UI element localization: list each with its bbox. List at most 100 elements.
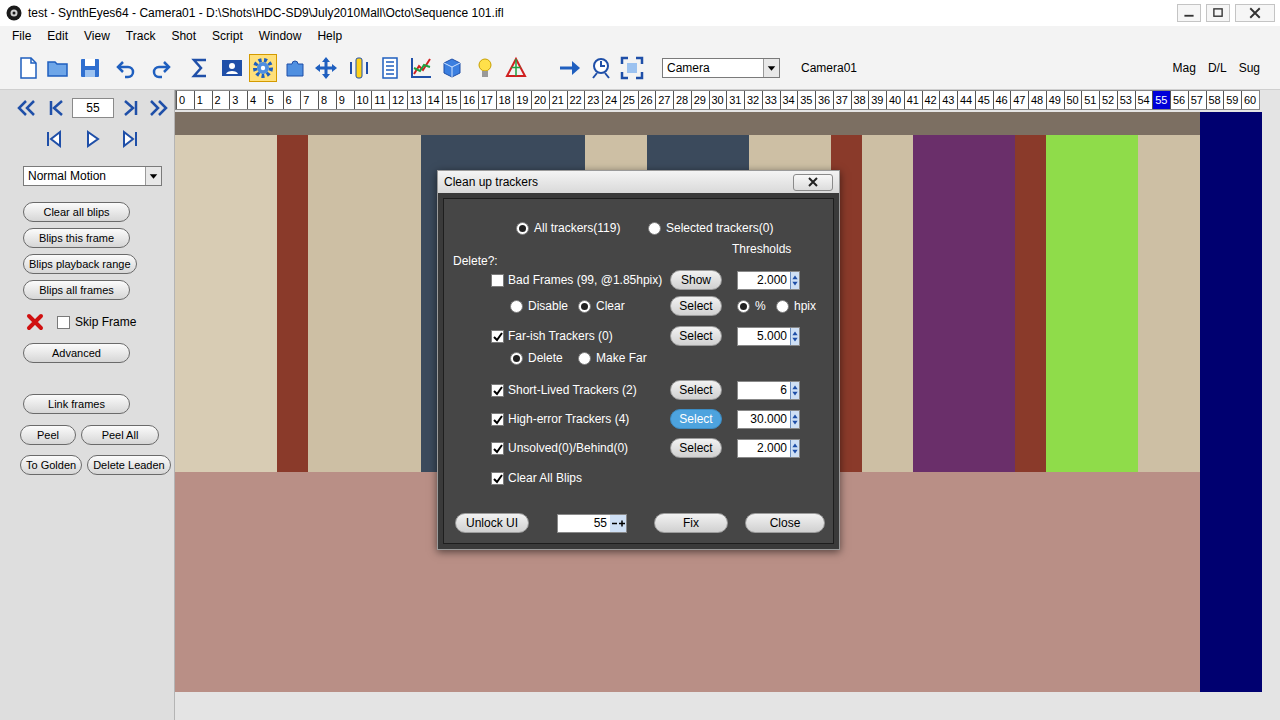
- timeline-frame[interactable]: 43: [939, 91, 957, 109]
- timeline-frame[interactable]: 46: [993, 91, 1011, 109]
- toolbar-label[interactable]: Mag: [1173, 61, 1196, 75]
- timeline-frame[interactable]: 25: [620, 91, 638, 109]
- timeline-frame[interactable]: 8: [318, 91, 336, 109]
- timeline-frame[interactable]: 18: [496, 91, 514, 109]
- tool-button[interactable]: [556, 54, 584, 82]
- first-frame-icon[interactable]: [45, 97, 69, 119]
- timeline-frame[interactable]: 53: [1117, 91, 1135, 109]
- tool-button[interactable]: [146, 54, 174, 82]
- fix-button[interactable]: Fix: [654, 513, 728, 533]
- panel-button[interactable]: To Golden: [20, 455, 82, 475]
- timeline-frame[interactable]: 21: [549, 91, 567, 109]
- timeline-frame[interactable]: 51: [1081, 91, 1099, 109]
- checkbox[interactable]: [491, 472, 504, 485]
- radio-button[interactable]: [510, 300, 523, 313]
- radio-option[interactable]: %: [737, 299, 776, 313]
- timeline-frame[interactable]: 45: [975, 91, 993, 109]
- timeline-frame[interactable]: 31: [726, 91, 744, 109]
- timeline-frame[interactable]: 13: [407, 91, 425, 109]
- threshold-field[interactable]: 30.000: [737, 410, 800, 429]
- close-dialog-button[interactable]: [793, 174, 833, 191]
- radio-option[interactable]: Delete: [510, 351, 578, 365]
- spinner-icon[interactable]: [790, 440, 799, 457]
- radio-option[interactable]: hpix: [776, 299, 816, 313]
- timeline-frame[interactable]: 26: [638, 91, 656, 109]
- checkbox[interactable]: [491, 442, 504, 455]
- radio-button[interactable]: [516, 222, 529, 235]
- timeline-frame[interactable]: 27: [655, 91, 673, 109]
- minimize-icon[interactable]: [1177, 4, 1201, 22]
- timeline-frame[interactable]: 40: [886, 91, 904, 109]
- panel-button[interactable]: Peel: [20, 425, 76, 445]
- radio-button[interactable]: [510, 352, 523, 365]
- radio-option[interactable]: All trackers(119): [516, 221, 648, 235]
- timeline-frame[interactable]: 20: [531, 91, 549, 109]
- timeline-frame[interactable]: 4: [247, 91, 265, 109]
- timeline-frame[interactable]: 59: [1223, 91, 1241, 109]
- check-option[interactable]: Far-ish Trackers (0): [491, 329, 670, 343]
- tool-button[interactable]: [14, 54, 42, 82]
- timeline-frame[interactable]: 15: [442, 91, 460, 109]
- timeline-frame[interactable]: 5: [265, 91, 283, 109]
- tool-button[interactable]: [281, 54, 309, 82]
- timeline-frame[interactable]: 47: [1010, 91, 1028, 109]
- timeline-frame[interactable]: 48: [1028, 91, 1046, 109]
- timeline-frame[interactable]: 50: [1064, 91, 1082, 109]
- timeline-frame[interactable]: 35: [797, 91, 815, 109]
- tool-button[interactable]: [438, 54, 466, 82]
- timeline-frame[interactable]: 7: [300, 91, 318, 109]
- timeline-frame[interactable]: 34: [780, 91, 798, 109]
- last-frame-icon[interactable]: [118, 97, 142, 119]
- frame-field[interactable]: 55: [72, 98, 114, 118]
- rewind-icon[interactable]: [15, 97, 39, 119]
- panel-button[interactable]: Delete Leaden: [87, 455, 171, 475]
- skip-frame-checkbox[interactable]: [57, 316, 70, 329]
- select-button[interactable]: Select: [670, 438, 722, 458]
- play-icon[interactable]: [81, 128, 105, 150]
- timeline-frame[interactable]: 2: [212, 91, 230, 109]
- timeline-frame[interactable]: 0: [176, 91, 194, 109]
- timeline-frame[interactable]: 30: [709, 91, 727, 109]
- menu-item[interactable]: Edit: [39, 29, 76, 43]
- spinner-icon[interactable]: [790, 411, 799, 428]
- radio-option[interactable]: Disable: [510, 299, 578, 313]
- advanced-button[interactable]: Advanced: [23, 343, 130, 363]
- tool-button[interactable]: [376, 54, 404, 82]
- timeline-frame[interactable]: 12: [389, 91, 407, 109]
- timeline-frame[interactable]: 57: [1188, 91, 1206, 109]
- radio-button[interactable]: [648, 222, 661, 235]
- close-window-icon[interactable]: [1235, 4, 1275, 22]
- threshold-field[interactable]: 6: [737, 381, 800, 400]
- timeline-frame[interactable]: 55: [1152, 91, 1170, 109]
- blip-button[interactable]: Blips this frame: [23, 228, 130, 248]
- timeline-frame[interactable]: 17: [478, 91, 496, 109]
- timeline-frame[interactable]: 39: [868, 91, 886, 109]
- blip-button[interactable]: Blips playback range: [23, 254, 137, 274]
- tool-button[interactable]: [113, 54, 141, 82]
- checkbox[interactable]: [491, 384, 504, 397]
- toolbar-label[interactable]: D/L: [1208, 61, 1227, 75]
- tool-button[interactable]: [186, 54, 214, 82]
- close-button[interactable]: Close: [745, 513, 825, 533]
- spinner-icon[interactable]: [790, 382, 799, 399]
- timeline-frame[interactable]: 24: [602, 91, 620, 109]
- radio-option[interactable]: Selected trackers(0): [648, 221, 773, 235]
- select-button[interactable]: Select: [670, 409, 722, 429]
- blip-button[interactable]: Clear all blips: [23, 202, 130, 222]
- radio-option[interactable]: Make Far: [578, 351, 647, 365]
- timeline-frame[interactable]: 32: [744, 91, 762, 109]
- minus-plus-icon[interactable]: [610, 515, 626, 532]
- spinner-icon[interactable]: [790, 328, 799, 345]
- timeline-frame[interactable]: 37: [833, 91, 851, 109]
- check-option[interactable]: Short-Lived Trackers (2): [491, 383, 670, 397]
- checkbox[interactable]: [491, 413, 504, 426]
- menu-item[interactable]: Track: [118, 29, 164, 43]
- tool-button[interactable]: [407, 54, 435, 82]
- timeline-frame[interactable]: 11: [371, 91, 389, 109]
- radio-option[interactable]: Clear: [578, 299, 625, 313]
- menu-item[interactable]: Window: [251, 29, 310, 43]
- red-x-icon[interactable]: [26, 313, 44, 331]
- radio-button[interactable]: [578, 352, 591, 365]
- timeline-frame[interactable]: 42: [922, 91, 940, 109]
- maximize-icon[interactable]: [1206, 4, 1230, 22]
